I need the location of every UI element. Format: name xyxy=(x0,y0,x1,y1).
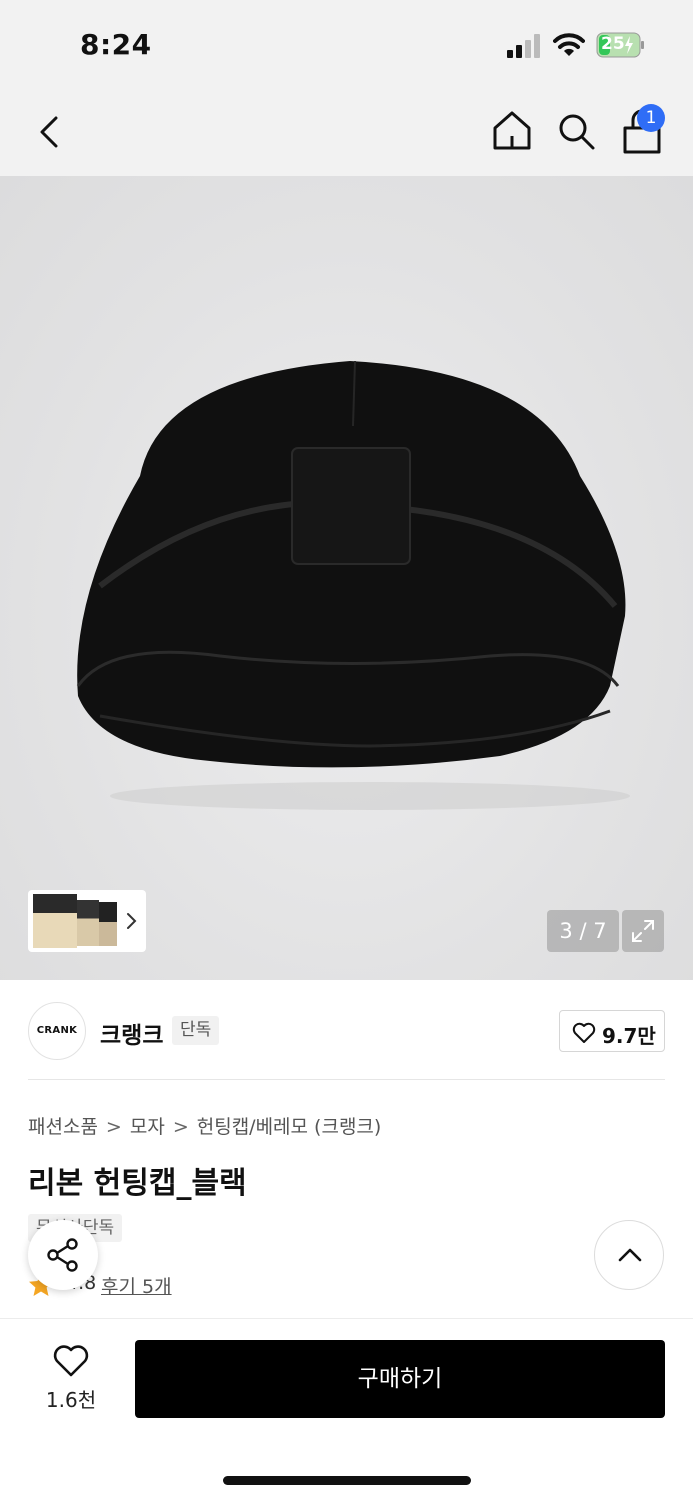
status-bar: 8:24 25 xyxy=(0,0,693,88)
product-image[interactable] xyxy=(70,356,640,816)
product-image-gallery[interactable]: 3 / 7 xyxy=(0,176,693,980)
brand-logo[interactable]: CRANK xyxy=(28,1002,86,1060)
scroll-to-top-button[interactable] xyxy=(594,1220,664,1290)
chevron-up-icon xyxy=(618,1248,642,1262)
wishlist-button[interactable]: 1.6천 xyxy=(34,1340,108,1416)
review-count-link[interactable]: 후기 5개 xyxy=(101,1272,172,1299)
chevron-right-icon[interactable] xyxy=(122,906,142,936)
brand-name[interactable]: 크랭크 xyxy=(100,1016,163,1050)
divider xyxy=(28,1079,665,1080)
cart-count-badge: 1 xyxy=(637,104,665,132)
breadcrumb: 패션소품 > 모자 > 헌팅캡/베레모 (크랭크) xyxy=(28,1112,381,1139)
battery-level: 25 xyxy=(601,34,625,54)
search-icon[interactable] xyxy=(555,108,597,154)
brand-like-count: 9.7만 xyxy=(602,1024,656,1048)
image-page-counter: 3 / 7 xyxy=(547,910,619,952)
thumbnail-image[interactable] xyxy=(77,900,99,946)
nav-bar xyxy=(0,88,693,176)
breadcrumb-item[interactable]: 모자 xyxy=(130,1116,165,1138)
breadcrumb-item[interactable]: 패션소품 xyxy=(28,1116,98,1138)
signal-icon xyxy=(507,34,540,58)
breadcrumb-separator: > xyxy=(105,1116,122,1138)
share-button[interactable] xyxy=(28,1220,98,1290)
home-icon[interactable] xyxy=(490,108,534,154)
heart-icon xyxy=(572,1022,596,1043)
expand-button[interactable] xyxy=(622,910,664,952)
heart-icon xyxy=(53,1345,89,1377)
breadcrumb-separator: > xyxy=(172,1116,189,1138)
expand-icon xyxy=(632,920,654,942)
brand-row[interactable]: CRANK 크랭크 단독 9.7만 xyxy=(0,980,693,1080)
thumbnail-image[interactable] xyxy=(33,894,77,948)
product-title: 리본 헌팅캡_블랙 xyxy=(28,1166,247,1201)
home-indicator xyxy=(223,1476,471,1485)
share-icon xyxy=(47,1238,78,1272)
buy-button[interactable]: 구매하기 xyxy=(135,1340,665,1418)
breadcrumb-item[interactable]: 헌팅캡/베레모 (크랭크) xyxy=(197,1116,382,1138)
wishlist-count: 1.6천 xyxy=(45,1388,97,1412)
brand-exclusive-tag: 단독 xyxy=(172,1016,220,1045)
brand-like-button[interactable]: 9.7만 xyxy=(559,1010,665,1052)
wifi-icon xyxy=(553,33,585,56)
back-arrow-icon[interactable] xyxy=(30,110,70,154)
status-time: 8:24 xyxy=(80,28,152,61)
thumbnail-image[interactable] xyxy=(99,902,117,946)
